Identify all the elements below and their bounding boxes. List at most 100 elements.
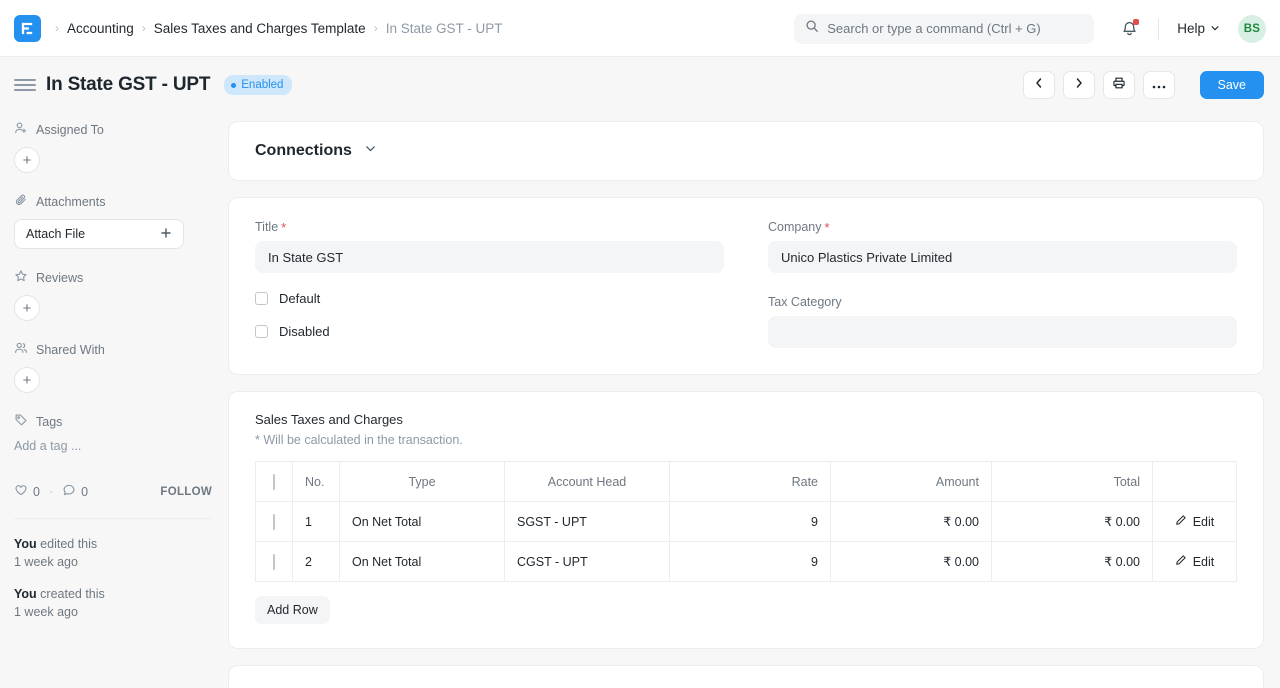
- row-checkbox[interactable]: [273, 513, 275, 530]
- sidebar-section-shared-with: Shared With +: [14, 341, 212, 393]
- like-button[interactable]: 0: [14, 483, 40, 500]
- print-button[interactable]: [1102, 71, 1135, 99]
- plus-icon: [160, 227, 172, 242]
- taxes-table-note: * Will be calculated in the transaction.: [255, 433, 463, 447]
- add-review-button[interactable]: +: [14, 295, 40, 321]
- page-actions: Save: [1022, 71, 1264, 99]
- sidebar-section-assigned-to: Assigned To +: [14, 121, 212, 173]
- select-all-header[interactable]: [255, 461, 293, 502]
- comment-count: 0: [81, 484, 89, 499]
- title-input[interactable]: In State GST: [255, 241, 724, 273]
- edit-row-label: Edit: [1192, 514, 1215, 529]
- sidebar-footer: 0 · 0 FOLLOW You edited this 1 week ago …: [14, 483, 212, 622]
- breadcrumb-item-doctype[interactable]: Sales Taxes and Charges Template: [154, 21, 366, 36]
- table-header-row: No. Type Account Head Rate Amount Total: [255, 461, 1237, 502]
- select-all-checkbox[interactable]: [273, 473, 275, 490]
- column-header-total[interactable]: Total: [991, 461, 1153, 502]
- breadcrumb: › Accounting › Sales Taxes and Charges T…: [55, 21, 502, 36]
- next-doc-button[interactable]: [1062, 71, 1095, 99]
- users-icon: [14, 341, 28, 358]
- audit-time: 1 week ago: [14, 555, 78, 570]
- prev-doc-button[interactable]: [1022, 71, 1055, 99]
- follow-button[interactable]: FOLLOW: [160, 486, 212, 498]
- erpnext-logo-icon[interactable]: [14, 14, 41, 42]
- audit-actor: You: [14, 537, 37, 551]
- avatar[interactable]: BS: [1238, 14, 1266, 43]
- reviews-header: Reviews: [14, 269, 212, 286]
- row-amount[interactable]: ₹ 0.00: [830, 501, 992, 542]
- attach-file-button[interactable]: Attach File: [14, 219, 184, 249]
- save-button[interactable]: Save: [1199, 71, 1264, 99]
- row-rate[interactable]: 9: [669, 541, 831, 582]
- audit-action: created this: [40, 587, 105, 602]
- row-checkbox[interactable]: [273, 553, 275, 570]
- ellipsis-icon: [1152, 76, 1166, 94]
- row-account-head[interactable]: CGST - UPT: [504, 541, 670, 582]
- hamburger-icon[interactable]: [14, 74, 36, 96]
- table-row[interactable]: 1 On Net Total SGST - UPT 9 ₹ 0.00 ₹ 0.0…: [255, 501, 1237, 542]
- tax-category-field-label: Tax Category: [768, 295, 1237, 309]
- column-header-type[interactable]: Type: [339, 461, 505, 502]
- bell-icon[interactable]: [1118, 18, 1140, 40]
- chevron-down-icon[interactable]: [364, 142, 377, 160]
- more-actions-button[interactable]: [1142, 71, 1175, 99]
- default-checkbox-row[interactable]: Default: [255, 291, 724, 306]
- row-type[interactable]: On Net Total: [339, 501, 505, 542]
- shared-with-header: Shared With: [14, 341, 212, 358]
- row-select-cell[interactable]: [255, 501, 293, 542]
- tax-category-input[interactable]: [768, 316, 1237, 348]
- help-menu[interactable]: Help: [1177, 21, 1220, 36]
- assigned-to-label: Assigned To: [36, 122, 104, 137]
- add-row-button[interactable]: Add Row: [255, 596, 330, 624]
- like-count: 0: [33, 484, 40, 499]
- user-plus-icon: [14, 121, 28, 138]
- disabled-checkbox[interactable]: [255, 325, 268, 338]
- edit-row-button[interactable]: Edit: [1175, 554, 1214, 569]
- column-header-amount[interactable]: Amount: [830, 461, 992, 502]
- add-assignment-button[interactable]: +: [14, 147, 40, 173]
- column-header-account-head[interactable]: Account Head: [504, 461, 670, 502]
- default-checkbox[interactable]: [255, 292, 268, 305]
- row-total[interactable]: ₹ 0.00: [991, 541, 1153, 582]
- breadcrumb-item-accounting[interactable]: Accounting: [67, 21, 134, 36]
- social-row: 0 · 0 FOLLOW: [14, 483, 212, 500]
- audit-time: 1 week ago: [14, 605, 78, 620]
- sidebar-section-attachments: Attachments Attach File: [14, 193, 212, 249]
- status-badge: Enabled: [224, 75, 293, 95]
- chevron-down-icon: [1210, 21, 1220, 36]
- search-input[interactable]: [827, 21, 1084, 36]
- add-tag-input[interactable]: Add a tag ...: [14, 439, 212, 453]
- company-input[interactable]: Unico Plastics Private Limited: [768, 241, 1237, 273]
- connections-section[interactable]: Connections: [228, 121, 1264, 181]
- row-select-cell[interactable]: [255, 541, 293, 582]
- row-type[interactable]: On Net Total: [339, 541, 505, 582]
- comment-button[interactable]: 0: [62, 483, 88, 500]
- edit-row-button[interactable]: Edit: [1175, 514, 1215, 529]
- breadcrumb-item-current: In State GST - UPT: [385, 20, 503, 36]
- row-edit-cell[interactable]: Edit: [1152, 501, 1237, 542]
- table-row[interactable]: 2 On Net Total CGST - UPT 9 ₹ 0.00 ₹ 0.0…: [255, 541, 1237, 582]
- row-rate[interactable]: 9: [669, 501, 831, 542]
- audit-entry-edited: You edited this 1 week ago: [14, 535, 212, 571]
- taxes-table: No. Type Account Head Rate Amount Total: [255, 461, 1237, 582]
- heart-icon: [14, 483, 28, 500]
- taxes-table-title: Sales Taxes and Charges: [255, 412, 403, 427]
- row-edit-cell[interactable]: Edit: [1152, 541, 1237, 582]
- company-label-text: Company: [768, 220, 822, 234]
- row-total[interactable]: ₹ 0.00: [991, 501, 1153, 542]
- top-navbar: › Accounting › Sales Taxes and Charges T…: [0, 0, 1280, 57]
- status-dot: [231, 82, 237, 88]
- row-amount[interactable]: ₹ 0.00: [830, 541, 992, 582]
- search-box[interactable]: [794, 13, 1095, 44]
- column-header-no[interactable]: No.: [292, 461, 340, 502]
- add-share-button[interactable]: +: [14, 367, 40, 393]
- company-field-label: Company *: [768, 220, 1237, 234]
- row-account-head[interactable]: SGST - UPT: [504, 501, 670, 542]
- breadcrumb-separator: ›: [141, 21, 146, 35]
- printer-icon: [1112, 76, 1126, 95]
- disabled-checkbox-row[interactable]: Disabled: [255, 324, 724, 339]
- row-no: 2: [292, 541, 340, 582]
- tag-icon: [14, 413, 28, 430]
- column-header-rate[interactable]: Rate: [669, 461, 831, 502]
- navbar-right: Help BS: [794, 0, 1266, 57]
